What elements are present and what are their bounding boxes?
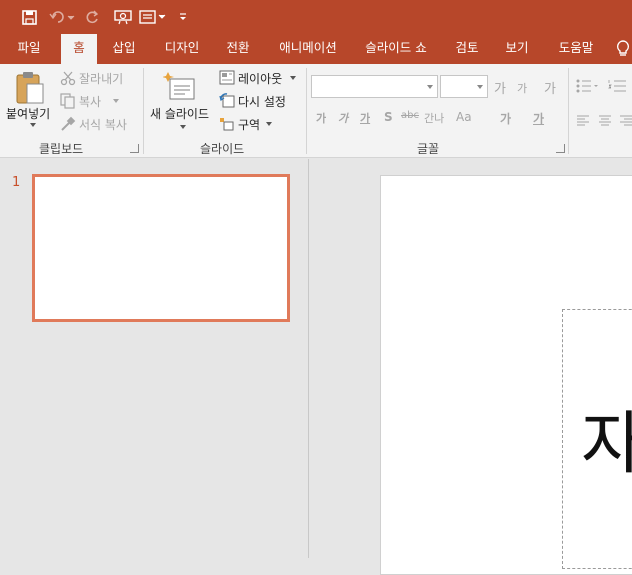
shrink-font-button[interactable]: 가 [517,80,527,96]
copy-icon[interactable] [60,93,76,113]
start-from-beginning-icon[interactable] [112,6,134,28]
title-placeholder[interactable]: 자 [562,309,632,569]
group-separator [568,68,569,154]
tab-view[interactable]: 보기 [498,34,536,64]
customize-qat-icon[interactable] [176,6,190,28]
ribbon-home: 붙여넣기 잘라내기 복사 서식 복사 클립보드 새 슬라이드 레이아웃 다시 설… [0,64,632,158]
slide-title-text[interactable]: 자 [581,388,632,487]
layout-icon[interactable] [138,6,168,28]
new-slide-dropdown-icon[interactable] [180,125,186,129]
italic-button[interactable]: 가 [338,110,348,126]
slide-thumbnail[interactable] [32,174,290,322]
section-icon[interactable] [219,116,235,135]
layout-icon[interactable] [219,70,235,89]
tab-animations[interactable]: 애니메이션 [270,34,346,64]
redo-icon[interactable] [83,6,103,28]
strikethrough-button[interactable]: abc [401,110,419,121]
bullets-icon[interactable] [576,78,598,97]
paste-button[interactable]: 붙여넣기 [6,105,50,122]
align-left-icon[interactable] [576,112,590,131]
clipboard-launcher-icon[interactable] [130,144,139,153]
grow-font-button[interactable]: 가 [494,78,506,97]
align-center-icon[interactable] [598,112,612,131]
clipboard-group-label: 클립보드 [39,142,84,156]
cut-button[interactable]: 잘라내기 [79,70,123,87]
slide-thumbnail-pane: 1 [0,159,309,558]
ribbon-tabs: 파일 홈 삽입 디자인 전환 애니메이션 슬라이드 쇼 검토 보기 도움말 [0,34,632,64]
section-button[interactable]: 구역 [238,116,260,133]
tab-help[interactable]: 도움말 [550,34,602,64]
font-size-combo[interactable] [440,75,488,98]
paste-dropdown-icon[interactable] [30,123,36,127]
copy-button[interactable]: 복사 [79,93,101,110]
font-color-button[interactable]: 가 [533,110,544,127]
format-painter-icon[interactable] [60,116,76,136]
tab-slideshow[interactable]: 슬라이드 쇼 [356,34,436,64]
numbering-icon[interactable] [608,78,630,97]
chevron-down-icon [477,85,483,89]
group-separator [306,68,307,154]
tab-design[interactable]: 디자인 [156,34,208,64]
quick-access-toolbar [0,0,632,34]
tab-review[interactable]: 검토 [448,34,486,64]
new-slide-button[interactable]: 새 슬라이드 [150,105,209,122]
slides-group-label: 슬라이드 [200,142,245,156]
highlight-button[interactable]: 가 [500,110,511,127]
paste-icon[interactable] [14,70,46,110]
section-dropdown-icon[interactable] [266,122,272,126]
reset-button[interactable]: 다시 설정 [238,93,286,110]
layout-button[interactable]: 레이아웃 [238,70,282,87]
clear-formatting-button[interactable]: 가 [544,78,556,97]
layout-dropdown-icon[interactable] [290,76,296,80]
font-name-combo[interactable] [311,75,438,98]
text-shadow-button[interactable]: S [384,110,393,124]
bold-button[interactable]: 가 [316,110,326,126]
tab-file[interactable]: 파일 [4,34,54,64]
group-separator [143,68,144,154]
undo-icon[interactable] [48,6,78,28]
font-launcher-icon[interactable] [556,144,565,153]
tab-insert[interactable]: 삽입 [104,34,144,64]
underline-button[interactable]: 가 [360,110,370,126]
lightbulb-icon[interactable] [614,38,632,60]
font-group-label: 글꼴 [417,142,440,156]
align-right-icon[interactable] [620,112,632,131]
new-slide-icon[interactable] [162,70,197,106]
slide-number: 1 [12,175,21,190]
chevron-down-icon [427,85,433,89]
tab-home[interactable]: 홈 [61,34,97,64]
change-case-button[interactable]: Aa [456,110,472,124]
character-spacing-button[interactable]: 간나 [424,110,444,126]
save-icon[interactable] [18,6,40,28]
cut-icon[interactable] [60,70,76,90]
tab-transitions[interactable]: 전환 [218,34,258,64]
copy-dropdown-icon[interactable] [113,99,119,103]
format-painter-button[interactable]: 서식 복사 [79,116,127,133]
reset-icon[interactable] [219,93,235,112]
